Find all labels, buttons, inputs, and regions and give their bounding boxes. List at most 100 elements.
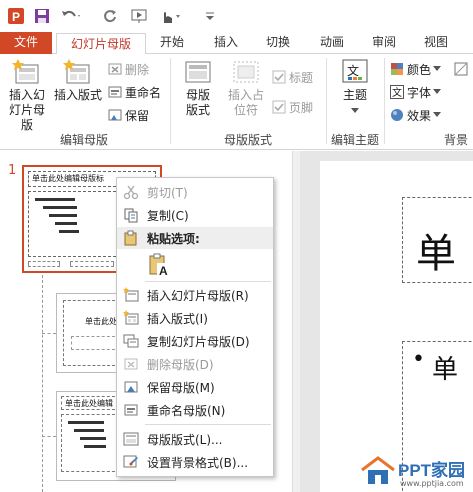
insert-layout-icon bbox=[63, 58, 93, 86]
master-layout-label: 母版版式 bbox=[185, 88, 210, 117]
paste-text-only-icon: A bbox=[149, 253, 170, 278]
menu-item-label: 插入版式(I) bbox=[147, 311, 208, 326]
menu-header-label: 粘贴选项: bbox=[147, 231, 200, 246]
menu-item-format-background[interactable]: 设置背景格式(B)... bbox=[117, 451, 273, 473]
slideshow-icon[interactable] bbox=[128, 6, 152, 26]
rename-icon bbox=[108, 86, 122, 98]
menu-item-label: 插入幻灯片母版(R) bbox=[147, 288, 249, 303]
delete-label: 删除 bbox=[125, 62, 150, 77]
insert-placeholder-button[interactable]: 插入占位符 bbox=[222, 58, 270, 118]
preserve-label: 保留 bbox=[125, 108, 150, 123]
menu-item-label: 剪切(T) bbox=[147, 185, 188, 200]
themes-label: 主题 bbox=[342, 88, 367, 102]
paste-keep-text-only-button[interactable]: A bbox=[147, 252, 173, 278]
copy-icon bbox=[124, 208, 138, 223]
delete-master-icon bbox=[124, 358, 138, 370]
ribbon-tabs: 文件 幻灯片母版 开始 插入 切换 动画 审阅 视图 bbox=[0, 32, 473, 55]
menu-separator bbox=[145, 281, 271, 282]
menu-item-label: 复制幻灯片母版(D) bbox=[147, 334, 250, 349]
touch-mode-icon[interactable] bbox=[156, 6, 184, 26]
menu-separator bbox=[145, 424, 271, 425]
undo-icon[interactable] bbox=[58, 6, 84, 26]
menu-item-insert-slide-master[interactable]: 插入幻灯片母版(R) bbox=[117, 284, 273, 306]
master-layout-group-label: 母版版式 bbox=[223, 133, 272, 147]
svg-text:P: P bbox=[12, 10, 20, 24]
house-logo-icon bbox=[361, 456, 395, 484]
svg-text:文: 文 bbox=[347, 63, 359, 78]
fonts-icon: 文 bbox=[390, 85, 404, 99]
menu-item-insert-layout[interactable]: 插入版式(I) bbox=[117, 307, 273, 329]
checkbox-checked-icon bbox=[272, 100, 286, 114]
chevron-down-icon bbox=[351, 108, 359, 113]
slide-canvas[interactable]: 单 • 单 bbox=[320, 161, 473, 492]
menu-item-copy[interactable]: 复制(C) bbox=[117, 204, 273, 226]
svg-text:文: 文 bbox=[392, 86, 402, 99]
master-layout-icon bbox=[123, 432, 139, 446]
tab-transitions[interactable]: 切换 bbox=[258, 32, 298, 54]
save-icon[interactable] bbox=[32, 6, 52, 26]
svg-text:A: A bbox=[159, 264, 168, 278]
tab-review[interactable]: 审阅 bbox=[364, 32, 404, 54]
tab-insert[interactable]: 插入 bbox=[206, 32, 246, 54]
menu-item-label: 删除母版(D) bbox=[147, 357, 214, 372]
tab-file[interactable]: 文件 bbox=[0, 32, 52, 54]
menu-item-rename-master[interactable]: 重命名母版(N) bbox=[117, 399, 273, 421]
menu-item-label: 复制(C) bbox=[147, 208, 189, 223]
menu-item-delete-master[interactable]: 删除母版(D) bbox=[117, 353, 273, 375]
master-layout-button[interactable]: 母版版式 bbox=[176, 58, 220, 118]
rename-master-icon bbox=[124, 404, 138, 416]
menu-item-preserve-master[interactable]: 保留母版(M) bbox=[117, 376, 273, 398]
footer-checkbox[interactable]: 页脚 bbox=[272, 98, 313, 116]
customize-qat-icon[interactable] bbox=[202, 6, 218, 26]
insert-placeholder-label: 插入占位符 bbox=[227, 88, 264, 117]
fonts-dropdown[interactable]: 文 字体 bbox=[390, 83, 442, 101]
insert-slide-master-icon bbox=[12, 58, 42, 86]
preserve-icon bbox=[108, 109, 122, 121]
delete-icon bbox=[108, 63, 122, 75]
thumb-connector bbox=[42, 333, 56, 334]
chevron-down-icon bbox=[433, 112, 442, 117]
insert-placeholder-icon bbox=[231, 58, 261, 86]
insert-slide-master-icon bbox=[123, 287, 139, 302]
effects-dropdown[interactable]: 效果 bbox=[390, 106, 442, 124]
paste-icon bbox=[124, 230, 137, 246]
colors-dropdown[interactable]: 颜色 bbox=[390, 60, 442, 78]
background-group-label: 背景 bbox=[443, 133, 468, 147]
scissors-icon bbox=[123, 185, 139, 200]
group-separator bbox=[384, 58, 385, 144]
tab-slide-master[interactable]: 幻灯片母版 bbox=[56, 33, 146, 55]
rename-button[interactable]: 重命名 bbox=[108, 83, 161, 101]
chevron-down-icon bbox=[433, 89, 442, 94]
title-checkbox[interactable]: 标题 bbox=[272, 68, 313, 86]
checkbox-checked-icon bbox=[272, 70, 286, 84]
title-checkbox-label: 标题 bbox=[289, 70, 314, 85]
background-styles-icon bbox=[454, 62, 468, 76]
thumb-connector bbox=[42, 436, 56, 437]
rename-label: 重命名 bbox=[125, 85, 162, 100]
bullet-text: 单 bbox=[432, 355, 459, 385]
menu-item-master-layout[interactable]: 母版版式(L)... bbox=[117, 428, 273, 450]
themes-button[interactable]: 文 主题 bbox=[330, 58, 380, 118]
footer-checkbox-label: 页脚 bbox=[289, 100, 314, 115]
menu-item-duplicate-slide-master[interactable]: 复制幻灯片母版(D) bbox=[117, 330, 273, 352]
master-thumb-title: 单击此处编辑母版标 bbox=[32, 174, 104, 183]
preserve-master-icon bbox=[124, 381, 138, 393]
tab-animations[interactable]: 动画 bbox=[312, 32, 352, 54]
master-layout-icon bbox=[183, 58, 213, 86]
colors-label: 颜色 bbox=[407, 62, 432, 77]
redo-icon[interactable] bbox=[100, 6, 120, 26]
context-menu: 剪切(T) 复制(C) 粘贴选项: A 插入幻灯片母版(R) 插入版式(I) 复… bbox=[116, 177, 274, 477]
thumbnail-scrollbar[interactable] bbox=[292, 151, 300, 492]
insert-layout-button[interactable]: 插入版式 bbox=[52, 58, 104, 103]
menu-header-paste-options: 粘贴选项: bbox=[117, 227, 273, 249]
insert-slide-master-button[interactable]: 插入幻灯片母版 bbox=[2, 58, 52, 133]
background-styles-button[interactable] bbox=[454, 60, 471, 78]
tab-home[interactable]: 开始 bbox=[152, 32, 192, 54]
insert-layout-icon bbox=[123, 310, 139, 325]
tab-view[interactable]: 视图 bbox=[416, 32, 456, 54]
preserve-button[interactable]: 保留 bbox=[108, 106, 149, 124]
delete-button[interactable]: 删除 bbox=[108, 60, 149, 78]
menu-item-cut[interactable]: 剪切(T) bbox=[117, 181, 273, 203]
insert-slide-master-label: 插入幻灯片母版 bbox=[8, 88, 45, 132]
quick-access-toolbar: P bbox=[0, 0, 473, 32]
